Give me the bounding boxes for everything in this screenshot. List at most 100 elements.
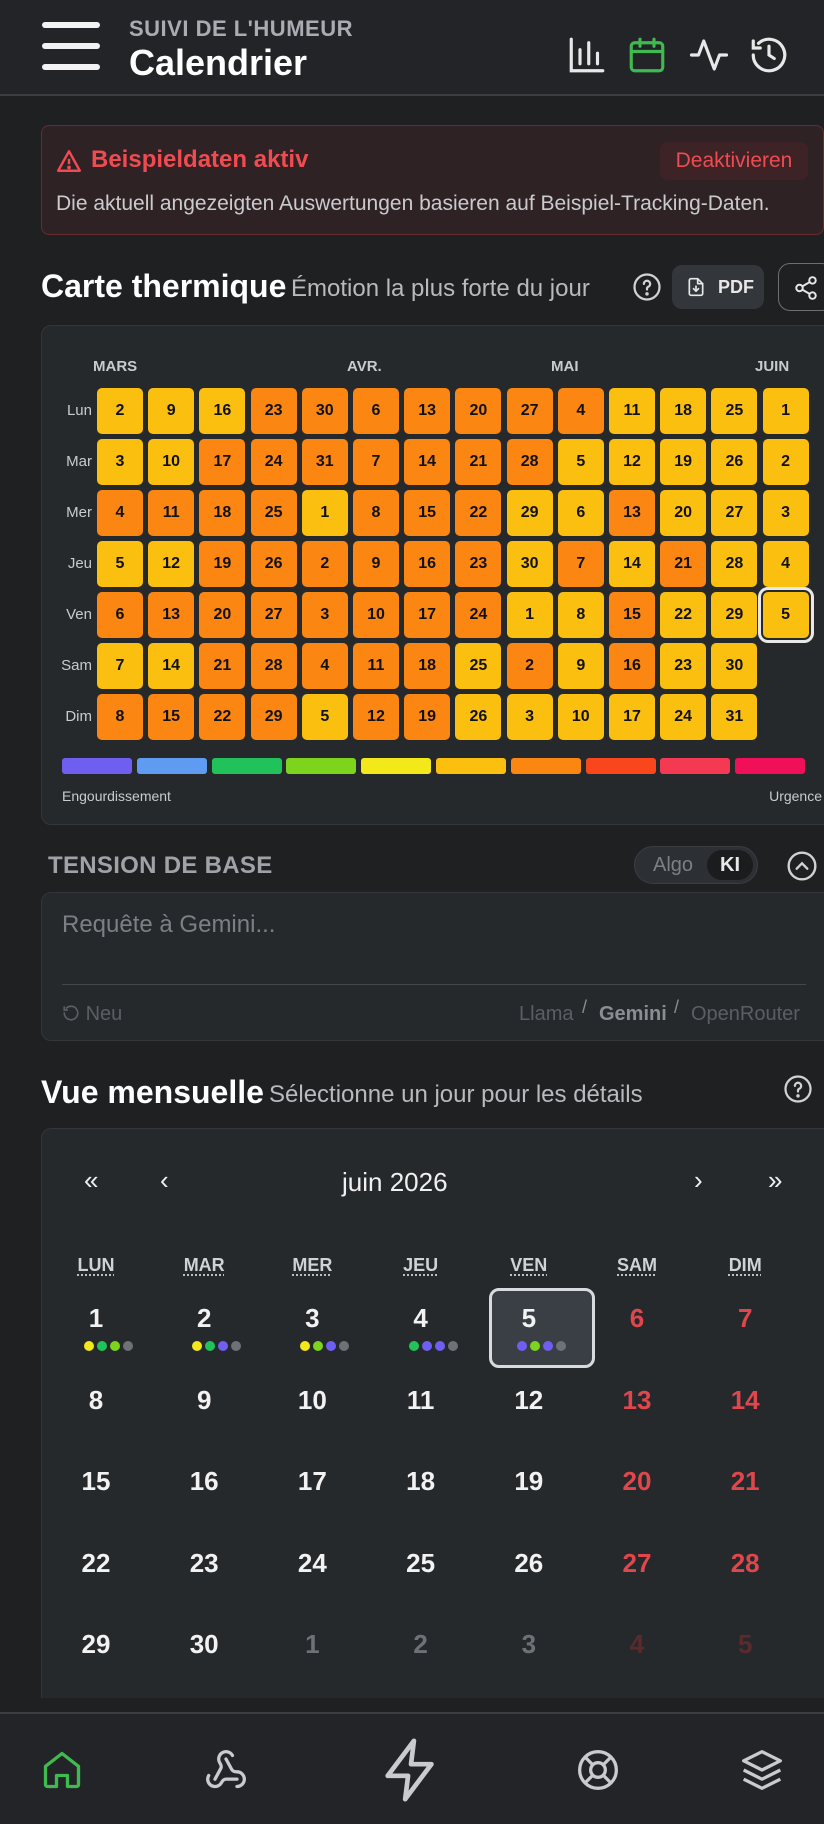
calendar-day[interactable]: 1 — [42, 1303, 150, 1334]
heatmap-cell[interactable]: 2 — [97, 388, 143, 434]
heatmap-cell[interactable]: 25 — [250, 490, 297, 536]
heatmap-cell[interactable]: 1 — [301, 490, 348, 536]
heatmap-cell[interactable]: 31 — [301, 439, 348, 485]
heatmap-cell[interactable]: 28 — [250, 643, 297, 689]
heatmap-cell[interactable]: 4 — [762, 541, 809, 587]
heatmap-cell[interactable]: 14 — [148, 643, 195, 689]
heatmap-cell[interactable]: 24 — [455, 592, 502, 638]
heatmap-cell[interactable]: 22 — [660, 592, 707, 638]
calendar-day[interactable]: 10 — [258, 1385, 366, 1416]
deactivate-button[interactable]: Deaktivieren — [660, 142, 808, 180]
heatmap-cell[interactable]: 10 — [557, 694, 604, 740]
heatmap-cell[interactable]: 2 — [301, 541, 348, 587]
heatmap-cell[interactable]: 11 — [148, 490, 195, 536]
calendar-day[interactable]: 18 — [367, 1466, 475, 1497]
heatmap-cell[interactable]: 19 — [199, 541, 246, 587]
heatmap-cell[interactable]: 15 — [148, 694, 195, 740]
calendar-day[interactable]: 30 — [150, 1629, 258, 1660]
heatmap-cell[interactable]: 16 — [199, 388, 246, 434]
home-icon[interactable] — [40, 1748, 84, 1792]
calendar-day[interactable]: 19 — [475, 1466, 583, 1497]
heatmap-cell[interactable]: 27 — [250, 592, 297, 638]
heatmap-cell[interactable]: 3 — [97, 439, 143, 485]
calendar-day[interactable]: 21 — [691, 1466, 799, 1497]
heatmap-cell[interactable]: 14 — [609, 541, 655, 587]
layers-icon[interactable] — [740, 1748, 784, 1792]
heatmap-cell[interactable]: 10 — [148, 439, 195, 485]
heatmap-cell[interactable]: 24 — [250, 439, 297, 485]
provider-openrouter[interactable]: OpenRouter — [691, 1003, 800, 1026]
heatmap-cell[interactable]: 30 — [711, 643, 758, 689]
help-icon[interactable] — [632, 272, 662, 302]
heatmap-cell[interactable]: 28 — [506, 439, 553, 485]
heatmap-cell[interactable]: 2 — [506, 643, 553, 689]
heatmap-cell[interactable]: 19 — [660, 439, 707, 485]
heatmap-cell[interactable]: 17 — [404, 592, 451, 638]
heatmap-cell[interactable]: 5 — [557, 439, 604, 485]
calendar-day[interactable]: 11 — [367, 1385, 475, 1416]
heatmap-cell[interactable]: 24 — [660, 694, 707, 740]
heatmap-cell[interactable]: 12 — [353, 694, 399, 740]
menu-icon[interactable] — [42, 22, 100, 74]
heatmap-cell[interactable]: 19 — [404, 694, 451, 740]
heatmap-cell[interactable]: 29 — [250, 694, 297, 740]
heatmap-cell[interactable]: 23 — [660, 643, 707, 689]
heatmap-cell[interactable]: 22 — [199, 694, 246, 740]
heatmap-cell[interactable]: 13 — [609, 490, 655, 536]
bar-chart-icon[interactable] — [566, 34, 608, 76]
calendar-day[interactable]: 12 — [475, 1385, 583, 1416]
heatmap-cell[interactable]: 17 — [609, 694, 655, 740]
heatmap-cell[interactable]: 11 — [353, 643, 399, 689]
heatmap-cell[interactable]: 11 — [609, 388, 655, 434]
heatmap-cell[interactable]: 26 — [455, 694, 502, 740]
calendar-day[interactable]: 13 — [583, 1385, 691, 1416]
calendar-day[interactable]: 20 — [583, 1466, 691, 1497]
next-year-button[interactable]: » — [768, 1165, 782, 1196]
help-icon[interactable] — [783, 1074, 813, 1104]
calendar-day[interactable]: 14 — [691, 1385, 799, 1416]
history-icon[interactable] — [748, 34, 790, 76]
heatmap-cell[interactable]: 4 — [97, 490, 143, 536]
heatmap-cell[interactable]: 7 — [557, 541, 604, 587]
lifebuoy-icon[interactable] — [576, 1748, 620, 1792]
heatmap-cell[interactable]: 3 — [506, 694, 553, 740]
heatmap-cell[interactable]: 8 — [557, 592, 604, 638]
heatmap-cell[interactable]: 16 — [404, 541, 451, 587]
heatmap-cell[interactable]: 7 — [353, 439, 399, 485]
heatmap-cell[interactable]: 4 — [557, 388, 604, 434]
toggle-algo[interactable]: Algo — [653, 854, 693, 877]
heatmap-cell[interactable]: 7 — [97, 643, 143, 689]
heatmap-cell[interactable]: 26 — [711, 439, 758, 485]
heatmap-cell[interactable]: 29 — [711, 592, 758, 638]
heatmap-cell[interactable]: 3 — [301, 592, 348, 638]
heatmap-cell[interactable]: 1 — [506, 592, 553, 638]
prev-year-button[interactable]: « — [84, 1165, 98, 1196]
calendar-icon[interactable] — [626, 34, 668, 76]
heatmap-cell[interactable]: 12 — [609, 439, 655, 485]
calendar-day[interactable]: 24 — [258, 1548, 366, 1579]
algo-ki-toggle[interactable]: Algo KI — [634, 846, 758, 884]
heatmap-cell[interactable]: 6 — [97, 592, 143, 638]
calendar-day[interactable]: 29 — [42, 1629, 150, 1660]
heatmap-cell[interactable]: 4 — [301, 643, 348, 689]
webhook-icon[interactable] — [204, 1748, 248, 1792]
heatmap-cell[interactable]: 31 — [711, 694, 758, 740]
calendar-day[interactable]: 17 — [258, 1466, 366, 1497]
calendar-day[interactable]: 28 — [691, 1548, 799, 1579]
calendar-day[interactable]: 2 — [150, 1303, 258, 1334]
heatmap-cell[interactable]: 5 — [301, 694, 348, 740]
heatmap-cell[interactable]: 9 — [353, 541, 399, 587]
heatmap-cell[interactable]: 1 — [762, 388, 809, 434]
calendar-day[interactable]: 9 — [150, 1385, 258, 1416]
heatmap-cell[interactable]: 23 — [250, 388, 297, 434]
heatmap-cell[interactable]: 8 — [97, 694, 143, 740]
next-month-button[interactable]: › — [694, 1165, 703, 1196]
calendar-day[interactable]: 3 — [258, 1303, 366, 1334]
heatmap-cell[interactable]: 25 — [455, 643, 502, 689]
provider-gemini[interactable]: Gemini — [599, 1003, 667, 1026]
heatmap-cell[interactable]: 26 — [250, 541, 297, 587]
heatmap-cell[interactable]: 6 — [353, 388, 399, 434]
heatmap-cell[interactable]: 18 — [660, 388, 707, 434]
heatmap-cell[interactable]: 17 — [199, 439, 246, 485]
calendar-day[interactable]: 25 — [367, 1548, 475, 1579]
